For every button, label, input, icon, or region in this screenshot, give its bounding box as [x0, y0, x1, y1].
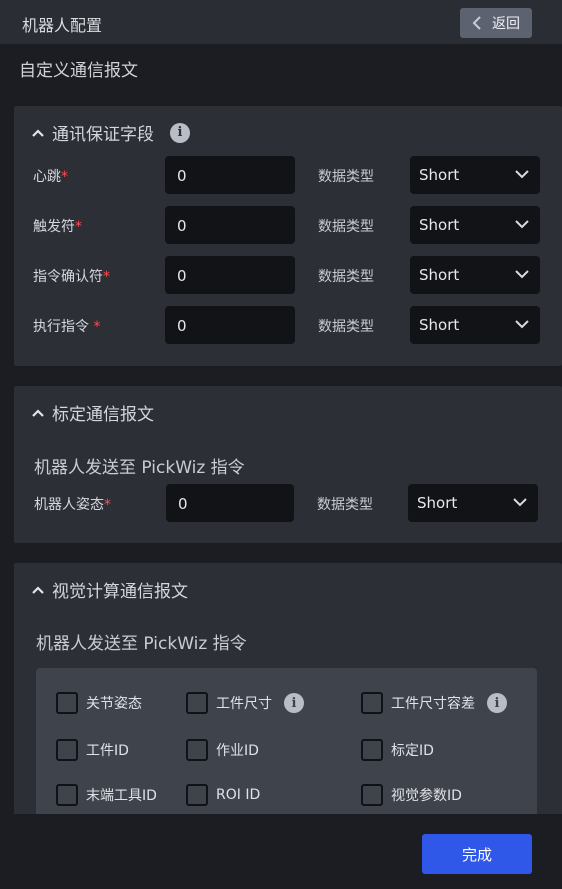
chevron-left-icon [472, 16, 481, 30]
chevron-up-icon [32, 585, 44, 594]
window-header: 机器人配置 返回 [0, 0, 562, 44]
panel-comm-guarantee: 通讯保证字段 i 心跳* 0 数据类型 Short 触发符* 0 数据类型 Sh… [14, 106, 562, 366]
panel-comm-guarantee-header[interactable]: 通讯保证字段 i [32, 120, 190, 145]
field-row-execute: 执行指令 * 0 数据类型 Short [14, 306, 562, 344]
checkbox-label: 工件尺寸容差 [391, 696, 475, 712]
checkbox-label: 工件ID [86, 743, 129, 759]
chevron-down-icon [515, 220, 529, 229]
checkbox-label: 末端工具ID [86, 788, 157, 804]
field-label: 机器人姿态* [34, 497, 111, 513]
checkbox-workpiece-size[interactable]: 工件尺寸 i [186, 692, 304, 714]
field-label: 执行指令 * [33, 319, 101, 335]
checkbox-box[interactable] [186, 739, 208, 761]
panel-title: 标定通信报文 [52, 405, 154, 425]
checkbox-joint-pose[interactable]: 关节姿态 [56, 692, 142, 714]
robot-pose-input[interactable]: 0 [166, 484, 294, 522]
checkbox-label: 关节姿态 [86, 696, 142, 712]
checkbox-label: 视觉参数ID [391, 788, 462, 804]
checkbox-vision-param-id[interactable]: 视觉参数ID [361, 784, 462, 806]
chevron-up-icon [32, 408, 44, 417]
checkbox-box[interactable] [56, 739, 78, 761]
field-checkbox-group: 关节姿态 工件尺寸 i 工件尺寸容差 i 工件ID 作业ID 标定ID 末端工具… [36, 668, 537, 814]
panel-title: 视觉计算通信报文 [52, 582, 188, 602]
checkbox-box[interactable] [361, 784, 383, 806]
checkbox-box[interactable] [361, 739, 383, 761]
section-title: 自定义通信报文 [19, 61, 138, 81]
checkbox-job-id[interactable]: 作业ID [186, 739, 259, 761]
chevron-down-icon [515, 170, 529, 179]
ack-input[interactable]: 0 [165, 256, 295, 294]
select-value: Short [419, 316, 460, 334]
data-type-label: 数据类型 [318, 219, 374, 235]
checkbox-box[interactable] [186, 784, 208, 806]
back-button-label: 返回 [492, 16, 520, 32]
field-row-ack: 指令确认符* 0 数据类型 Short [14, 256, 562, 294]
checkbox-box[interactable] [186, 692, 208, 714]
field-label: 心跳* [33, 169, 68, 185]
panel-title: 通讯保证字段 [52, 125, 154, 145]
chevron-down-icon [515, 270, 529, 279]
checkbox-label: 作业ID [216, 743, 259, 759]
panel-vision-compute-header[interactable]: 视觉计算通信报文 [32, 577, 188, 602]
field-label: 触发符* [33, 219, 82, 235]
select-value: Short [419, 216, 460, 234]
checkbox-calib-id[interactable]: 标定ID [361, 739, 434, 761]
execute-input[interactable]: 0 [165, 306, 295, 344]
ack-type-select[interactable]: Short [410, 256, 540, 294]
heartbeat-type-select[interactable]: Short [410, 156, 540, 194]
done-button[interactable]: 完成 [422, 834, 532, 874]
checkbox-label: 标定ID [391, 743, 434, 759]
panel-calibration-header[interactable]: 标定通信报文 [32, 400, 154, 425]
sub-heading: 机器人发送至 PickWiz 指令 [34, 458, 245, 478]
data-type-label: 数据类型 [318, 319, 374, 335]
checkbox-box[interactable] [56, 692, 78, 714]
checkbox-tool-id[interactable]: 末端工具ID [56, 784, 157, 806]
data-type-label: 数据类型 [318, 269, 374, 285]
robot-pose-type-select[interactable]: Short [408, 484, 538, 522]
select-value: Short [417, 494, 458, 512]
field-row-heartbeat: 心跳* 0 数据类型 Short [14, 156, 562, 194]
field-row-robot-pose: 机器人姿态* 0 数据类型 Short [14, 484, 562, 522]
data-type-label: 数据类型 [318, 169, 374, 185]
trigger-type-select[interactable]: Short [410, 206, 540, 244]
checkbox-workpiece-id[interactable]: 工件ID [56, 739, 129, 761]
checkbox-box[interactable] [361, 692, 383, 714]
info-icon[interactable]: i [487, 693, 507, 713]
checkbox-label: ROI ID [216, 787, 261, 803]
checkbox-roi-id[interactable]: ROI ID [186, 784, 260, 806]
checkbox-workpiece-tolerance[interactable]: 工件尺寸容差 i [361, 692, 507, 714]
execute-type-select[interactable]: Short [410, 306, 540, 344]
footer: 完成 [0, 814, 562, 889]
field-row-trigger: 触发符* 0 数据类型 Short [14, 206, 562, 244]
config-scroll-area[interactable]: 自定义通信报文 通讯保证字段 i 心跳* 0 数据类型 Short 触发符* 0… [0, 44, 562, 814]
chevron-down-icon [515, 320, 529, 329]
checkbox-label: 工件尺寸 [216, 696, 272, 712]
trigger-input[interactable]: 0 [165, 206, 295, 244]
chevron-up-icon [32, 128, 44, 137]
select-value: Short [419, 266, 460, 284]
data-type-label: 数据类型 [317, 497, 373, 513]
select-value: Short [419, 166, 460, 184]
panel-vision-compute: 视觉计算通信报文 机器人发送至 PickWiz 指令 关节姿态 工件尺寸 i 工… [14, 563, 562, 814]
info-icon[interactable]: i [284, 693, 304, 713]
panel-calibration: 标定通信报文 机器人发送至 PickWiz 指令 机器人姿态* 0 数据类型 S… [14, 386, 562, 543]
sub-heading: 机器人发送至 PickWiz 指令 [36, 634, 247, 654]
chevron-down-icon [513, 498, 527, 507]
field-label: 指令确认符* [33, 269, 110, 285]
window-title: 机器人配置 [22, 16, 103, 35]
back-button[interactable]: 返回 [460, 8, 532, 38]
heartbeat-input[interactable]: 0 [165, 156, 295, 194]
info-icon[interactable]: i [170, 122, 190, 143]
checkbox-box[interactable] [56, 784, 78, 806]
